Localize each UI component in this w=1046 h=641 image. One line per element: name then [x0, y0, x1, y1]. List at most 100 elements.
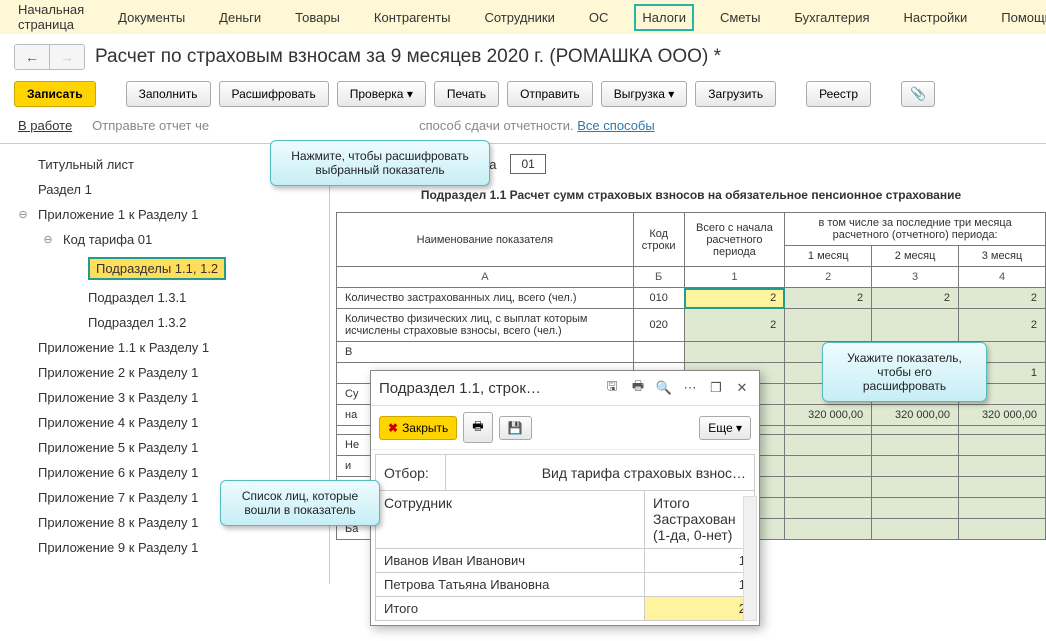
tree-item[interactable]: ⊖ Приложение 1 к Разделу 1 — [0, 202, 329, 227]
registry-button[interactable]: Реестр — [806, 81, 871, 107]
print-button[interactable]: Печать — [434, 81, 499, 107]
decode-button[interactable]: Расшифровать — [219, 81, 329, 107]
cell-m2[interactable] — [872, 519, 959, 540]
popup-print-button[interactable]: 🖶 — [463, 412, 492, 443]
close-icon[interactable]: ✕ — [733, 380, 751, 396]
tree-item[interactable]: Приложение 1.1 к Разделу 1 — [0, 335, 329, 360]
save-icon[interactable]: 🖫 — [603, 377, 621, 399]
sub-2: 2 — [785, 267, 872, 288]
popup-save-button[interactable]: 💾 — [499, 416, 532, 440]
tree-item-label: Приложение 1 к Разделу 1 — [38, 207, 198, 222]
cell-m3[interactable] — [959, 477, 1046, 498]
cell-m3[interactable] — [959, 498, 1046, 519]
cell-m3[interactable] — [959, 456, 1046, 477]
tree-item[interactable]: ⊖ Код тарифа 01 — [0, 227, 329, 252]
tree-item-label: Код тарифа 01 — [63, 232, 152, 247]
popup-row[interactable]: Петрова Татьяна Ивановна1 — [376, 573, 755, 597]
menu-item[interactable]: Настройки — [896, 4, 976, 31]
cell-m2[interactable]: 2 — [872, 288, 959, 309]
cell-m1[interactable] — [785, 519, 872, 540]
popup-close-button[interactable]: ✖Закрыть — [379, 416, 457, 440]
write-button[interactable]: Записать — [14, 81, 96, 107]
cell-m2[interactable] — [872, 477, 959, 498]
nav-back-button[interactable]: ← — [15, 45, 49, 69]
cell-total[interactable]: 2 — [684, 309, 785, 342]
send-button[interactable]: Отправить — [507, 81, 593, 107]
tree-item[interactable]: Приложение 3 к Разделу 1 — [0, 385, 329, 410]
cell-m1[interactable] — [785, 477, 872, 498]
tree-item[interactable]: Подраздел 1.3.1 — [0, 285, 329, 310]
cell-m1[interactable] — [785, 456, 872, 477]
col-total: Всего с начала расчетного периода — [684, 213, 785, 267]
tree-item[interactable]: Приложение 5 к Разделу 1 — [0, 435, 329, 460]
col-code: Код строки — [633, 213, 684, 267]
attach-button[interactable]: 📎 — [901, 81, 935, 107]
menu-item[interactable]: Начальная страница — [10, 0, 92, 38]
tree-toggle-icon[interactable]: ⊖ — [16, 208, 30, 222]
cell-m1[interactable] — [785, 309, 872, 342]
cell-m1[interactable] — [785, 426, 872, 435]
menu-item[interactable]: ОС — [581, 4, 617, 31]
check-button[interactable]: Проверка ▾ — [337, 81, 426, 107]
cell-m1[interactable]: 2 — [785, 288, 872, 309]
load-button[interactable]: Загрузить — [695, 81, 776, 107]
popup-total-label: Итого — [376, 597, 645, 621]
cell-m2[interactable] — [872, 456, 959, 477]
menu-item[interactable]: Помощь — [993, 4, 1046, 31]
col-m3: 3 месяц — [959, 246, 1046, 267]
cell-m3[interactable]: 320 000,00 — [959, 405, 1046, 426]
cell-m3[interactable]: 2 — [959, 309, 1046, 342]
tree-item-label: Раздел 1 — [38, 182, 92, 197]
menu-item[interactable]: Бухгалтерия — [786, 4, 877, 31]
cell-m2[interactable] — [872, 309, 959, 342]
row-name: Количество застрахованных лиц, всего (че… — [337, 288, 634, 309]
menu-item[interactable]: Контрагенты — [366, 4, 459, 31]
cell-total[interactable]: 2 — [684, 288, 785, 309]
tree-item[interactable]: Приложение 9 к Разделу 1 — [0, 535, 329, 560]
tree-item[interactable]: Подраздел 1.3.2 — [0, 310, 329, 335]
status-link[interactable]: В работе — [18, 118, 72, 133]
sub-4: 4 — [959, 267, 1046, 288]
print-icon[interactable]: 🖶 — [629, 377, 647, 399]
menu-item[interactable]: Товары — [287, 4, 348, 31]
cell-m3[interactable]: 2 — [959, 288, 1046, 309]
window-icon[interactable]: ❐ — [707, 380, 725, 396]
menu-item[interactable]: Сметы — [712, 4, 768, 31]
tree-item[interactable]: Подразделы 1.1, 1.2 — [0, 252, 329, 285]
cell-m3[interactable] — [959, 426, 1046, 435]
cell-m2[interactable] — [872, 426, 959, 435]
all-methods-link[interactable]: Все способы — [577, 118, 654, 133]
dropdown-icon: ▾ — [668, 87, 674, 101]
callout-indicator-hint: Укажите показатель, чтобы его расшифрова… — [822, 342, 987, 402]
preview-icon[interactable]: 🔍 — [655, 380, 673, 396]
popup-row[interactable]: Иванов Иван Иванович1 — [376, 549, 755, 573]
row-name: Количество физических лиц, с выплат кото… — [337, 309, 634, 342]
menu-item[interactable]: Сотрудники — [476, 4, 562, 31]
cell-m1[interactable] — [785, 498, 872, 519]
menu-item[interactable]: Налоги — [634, 4, 694, 31]
menu-item[interactable]: Документы — [110, 4, 193, 31]
tree-item[interactable]: Приложение 2 к Разделу 1 — [0, 360, 329, 385]
cell-m2[interactable]: 320 000,00 — [872, 405, 959, 426]
cell-m2[interactable] — [872, 435, 959, 456]
popup-more-button[interactable]: Еще ▾ — [699, 416, 751, 440]
menu-item[interactable]: Деньги — [211, 4, 269, 31]
nav-forward-button[interactable]: → — [49, 45, 84, 69]
cell-m2[interactable] — [872, 498, 959, 519]
cell-m1[interactable] — [785, 435, 872, 456]
row-name: В — [337, 342, 634, 363]
main-menubar: Начальная страницаДокументыДеньгиТоварыК… — [0, 0, 1046, 34]
export-button[interactable]: Выгрузка ▾ — [601, 81, 688, 107]
tree-item[interactable]: Приложение 4 к Разделу 1 — [0, 410, 329, 435]
cell-m3[interactable] — [959, 519, 1046, 540]
cell-m3[interactable] — [959, 435, 1046, 456]
popup-scrollbar[interactable] — [743, 496, 757, 621]
popup-total-value[interactable]: 2 — [645, 597, 755, 621]
more-icon[interactable]: ⋯ — [681, 380, 699, 396]
col-m1: 1 месяц — [785, 246, 872, 267]
col-last3: в том числе за последние три месяца расч… — [785, 213, 1046, 246]
fill-button[interactable]: Заполнить — [126, 81, 211, 107]
cell-total[interactable] — [684, 342, 785, 363]
tree-toggle-icon[interactable]: ⊖ — [41, 233, 55, 247]
cell-m1[interactable]: 320 000,00 — [785, 405, 872, 426]
